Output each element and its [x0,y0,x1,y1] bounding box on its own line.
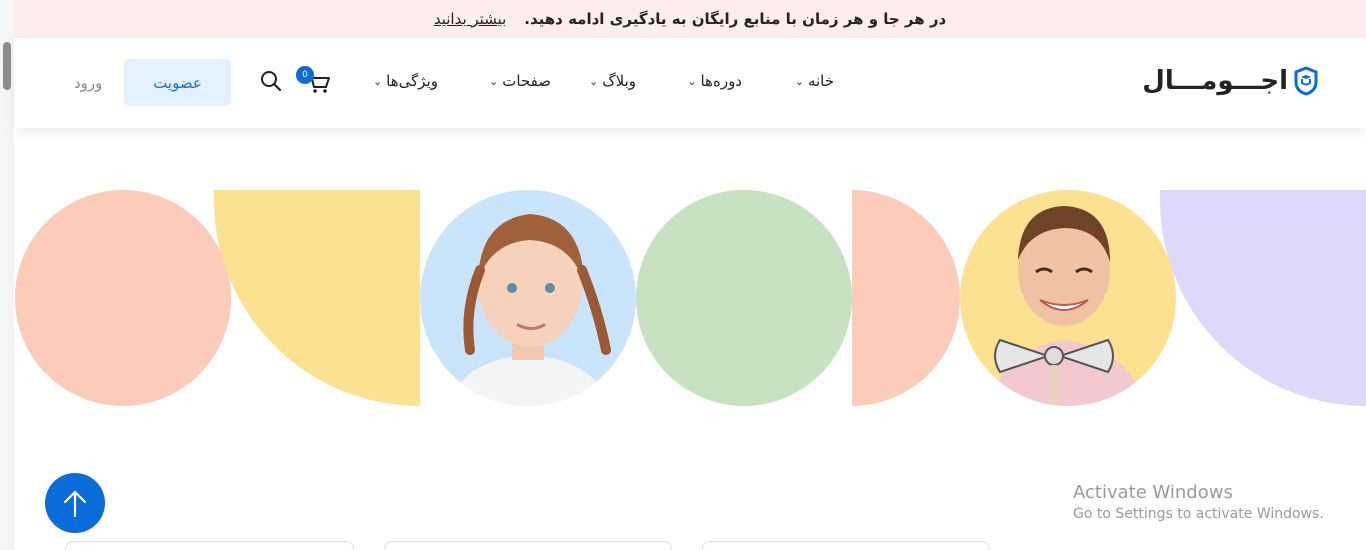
hero-lavender-quarter [1160,190,1366,406]
nav-label: وبلاگ [602,72,636,90]
course-card[interactable] [702,541,990,550]
search-icon[interactable] [260,70,282,92]
nav-label: خانه [807,72,834,90]
chevron-down-icon: ⌄ [588,74,599,88]
chevron-down-icon: ⌄ [794,74,804,88]
scrollbar-track[interactable] [0,0,14,550]
course-card[interactable] [65,541,354,550]
nav-label: ویژگی‌ها [386,72,438,90]
hero-yellow-quarter [214,190,420,406]
cart-count-badge: 0 [296,66,314,84]
learn-more-link[interactable]: بیشتر بدانید [434,10,506,28]
watermark-title: Activate Windows [1073,482,1233,503]
nav-item-pages[interactable]: صفحات ⌄ [489,72,551,90]
announcement-bar: در هر جا و هر زمان با منابع رایگان به یا… [14,0,1366,38]
nav-item-features[interactable]: ویژگی‌ها ⌄ [373,72,438,90]
nav-item-blog[interactable]: وبلاگ ⌄ [589,72,636,90]
site-header: اجـــومـــال خانه ⌄ دوره‌ها ⌄ وبلاگ ⌄ صف… [14,38,1366,128]
site-logo[interactable]: اجـــومـــال [1142,66,1318,96]
course-card[interactable] [384,541,672,550]
nav-label: دوره‌ها [700,72,742,90]
chevron-down-icon: ⌄ [489,74,499,88]
scrollbar-thumb[interactable] [3,42,11,90]
arrow-up-icon [63,490,87,518]
nav-item-home[interactable]: خانه ⌄ [795,72,834,90]
back-to-top-button[interactable] [45,473,105,533]
boy-photo-illustration [990,206,1146,406]
hero-boy-photo [960,190,1176,406]
shield-icon [1294,66,1318,96]
hero-peach-circle [15,190,231,406]
girl-photo-illustration [450,214,611,406]
hero-peach-half [852,190,960,406]
chevron-down-icon: ⌄ [372,74,383,88]
nav-item-courses[interactable]: دوره‌ها ⌄ [687,72,742,90]
nav-label: صفحات [502,72,551,90]
chevron-down-icon: ⌄ [687,74,697,88]
login-link[interactable]: ورود [74,74,102,92]
hero-girl-photo [420,190,636,406]
join-button[interactable]: عضویت [124,59,231,106]
page: در هر جا و هر زمان با منابع رایگان به یا… [0,0,1366,550]
announcement-message: در هر جا و هر زمان با منابع رایگان به یا… [524,10,947,28]
watermark-subtitle: Go to Settings to activate Windows. [1073,506,1324,522]
windows-activation-watermark: Activate Windows Go to Settings to activ… [1073,482,1324,522]
hero-green-circle [636,190,852,406]
logo-text: اجـــومـــال [1142,66,1289,96]
